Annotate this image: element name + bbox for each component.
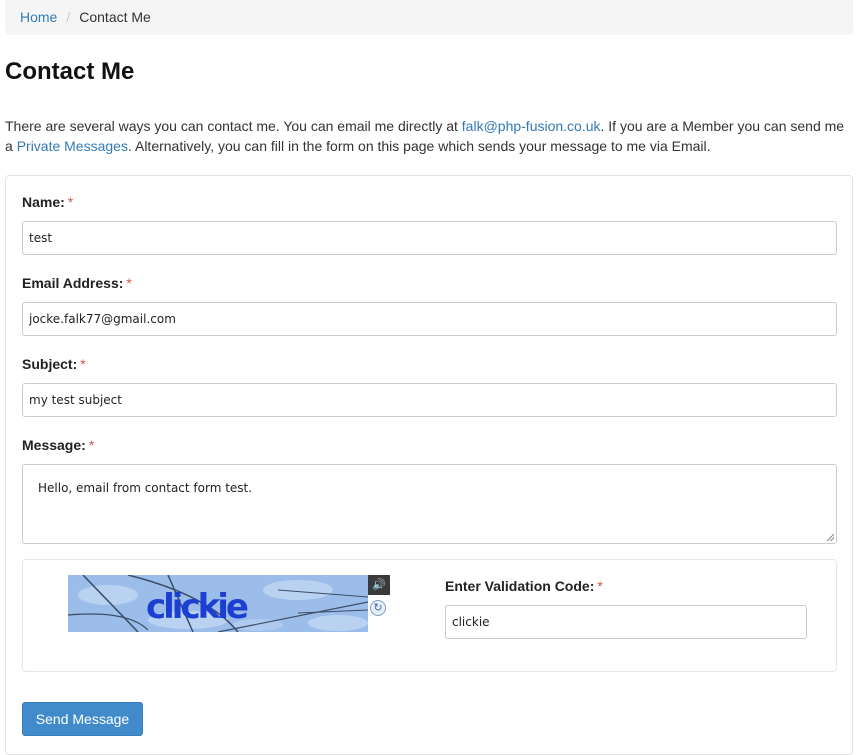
captcha-well: clickie 🔊 ↻ Enter Validation Code: * clic…	[22, 559, 837, 672]
intro-text-part3: . Alternatively, you can fill in the for…	[127, 138, 711, 154]
breadcrumb: Home / Contact Me	[5, 0, 853, 35]
email-label: Email Address: *	[22, 275, 132, 291]
intro-text-part1: There are several ways you can contact m…	[5, 118, 462, 134]
subject-label-text: Subject:	[22, 356, 78, 372]
breadcrumb-current: Contact Me	[79, 9, 151, 25]
captcha-label: Enter Validation Code: *	[445, 578, 603, 594]
breadcrumb-separator: /	[66, 9, 71, 25]
required-mark: *	[126, 275, 132, 291]
email-link[interactable]: falk@php-fusion.co.uk	[462, 118, 601, 134]
required-mark: *	[67, 194, 74, 210]
required-mark: *	[88, 437, 95, 453]
subject-input[interactable]: my test subject	[22, 383, 837, 417]
name-input[interactable]: test	[22, 221, 837, 255]
message-textarea[interactable]: Hello, email from contact form test.	[22, 464, 837, 544]
send-message-button[interactable]: Send Message	[22, 702, 143, 736]
message-text: Hello, email from contact form test.	[38, 481, 253, 495]
resize-grip-icon[interactable]	[827, 534, 834, 541]
email-label-text: Email Address:	[22, 275, 124, 291]
name-label: Name: *	[22, 194, 73, 210]
name-label-text: Name:	[22, 194, 65, 210]
page-title: Contact Me	[5, 58, 135, 85]
captcha-image: clickie	[68, 575, 368, 632]
speaker-icon[interactable]: 🔊	[368, 575, 390, 595]
captcha-input[interactable]: clickie	[445, 605, 807, 639]
refresh-icon[interactable]: ↻	[370, 600, 386, 616]
subject-label: Subject: *	[22, 356, 86, 372]
breadcrumb-home-link[interactable]: Home	[20, 9, 57, 25]
message-label-text: Message:	[22, 437, 86, 453]
contact-form-panel: Name: * test Email Address: * jocke.falk77…	[5, 175, 853, 755]
required-mark: *	[80, 356, 86, 372]
message-label: Message: *	[22, 437, 94, 453]
email-input[interactable]: jocke.falk77@gmail.com	[22, 302, 837, 336]
private-messages-link[interactable]: Private Messages	[17, 138, 128, 154]
required-mark: *	[597, 578, 603, 594]
intro-text: There are several ways you can contact m…	[5, 116, 853, 156]
captcha-label-text: Enter Validation Code:	[445, 578, 595, 594]
captcha-image-text: clickie	[146, 587, 248, 627]
